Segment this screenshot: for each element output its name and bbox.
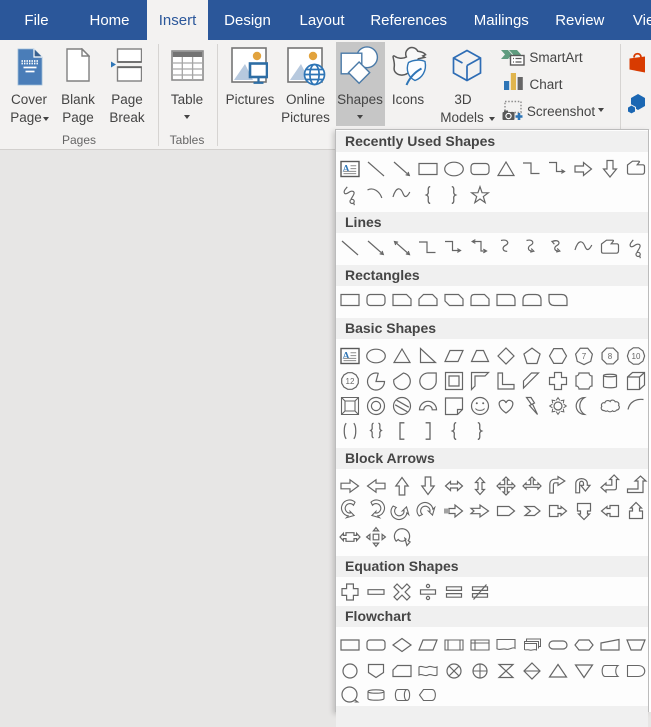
- svg-text:8: 8: [608, 351, 613, 360]
- svg-text:A: A: [342, 164, 349, 174]
- svg-text:10: 10: [632, 351, 641, 360]
- svg-text:A: A: [342, 351, 349, 361]
- svg-text:12: 12: [345, 376, 354, 385]
- svg-text:7: 7: [582, 351, 587, 360]
